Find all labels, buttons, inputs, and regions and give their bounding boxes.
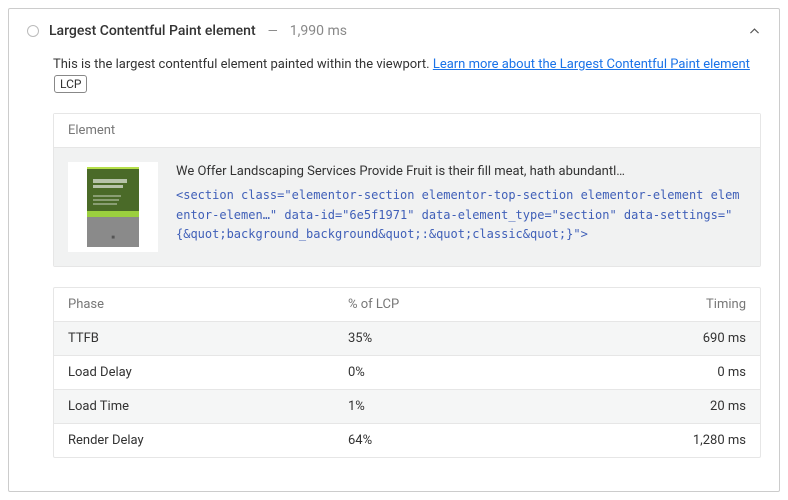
col-phase-header: Phase (68, 297, 348, 312)
learn-more-link[interactable]: Learn more about the Largest Contentful … (433, 57, 750, 72)
audit-header[interactable]: Largest Contentful Paint element — 1,990… (27, 23, 761, 39)
timing-cell: 0 ms (626, 365, 746, 380)
table-row: TTFB 35% 690 ms (54, 321, 760, 355)
element-source-code: <section class="elementor-section elemen… (176, 186, 746, 244)
chevron-up-icon[interactable] (747, 24, 761, 38)
phase-cell: TTFB (68, 331, 348, 346)
element-details-table: Element ■ We Offer Landscaping Services … (53, 113, 761, 267)
element-thumbnail: ■ (68, 162, 158, 252)
phase-breakdown-table: Phase % of LCP Timing TTFB 35% 690 ms Lo… (53, 287, 761, 458)
phase-table-header-row: Phase % of LCP Timing (54, 288, 760, 321)
lcp-badge: LCP (54, 75, 87, 93)
phase-cell: Load Time (68, 399, 348, 414)
element-title: We Offer Landscaping Services Provide Fr… (176, 162, 746, 182)
table-row: Load Delay 0% 0 ms (54, 355, 760, 389)
col-timing-header: Timing (626, 297, 746, 312)
col-pct-header: % of LCP (348, 297, 626, 312)
timing-cell: 20 ms (626, 399, 746, 414)
element-row[interactable]: ■ We Offer Landscaping Services Provide … (54, 148, 760, 266)
timing-cell: 690 ms (626, 331, 746, 346)
audit-title: Largest Contentful Paint element (49, 23, 256, 39)
description-text: This is the largest contentful element p… (53, 57, 433, 72)
table-row: Render Delay 64% 1,280 ms (54, 423, 760, 457)
pct-cell: 1% (348, 399, 626, 414)
title-separator: — (266, 24, 280, 39)
pct-cell: 35% (348, 331, 626, 346)
element-text-block: We Offer Landscaping Services Provide Fr… (176, 162, 746, 244)
audit-description: This is the largest contentful element p… (27, 55, 761, 95)
audit-timing: 1,990 ms (290, 23, 347, 39)
element-table-header: Element (54, 114, 760, 148)
status-neutral-icon (27, 25, 39, 37)
phase-cell: Render Delay (68, 433, 348, 448)
lcp-audit-card: Largest Contentful Paint element — 1,990… (8, 8, 780, 492)
pct-cell: 64% (348, 433, 626, 448)
pct-cell: 0% (348, 365, 626, 380)
timing-cell: 1,280 ms (626, 433, 746, 448)
phase-cell: Load Delay (68, 365, 348, 380)
table-row: Load Time 1% 20 ms (54, 389, 760, 423)
